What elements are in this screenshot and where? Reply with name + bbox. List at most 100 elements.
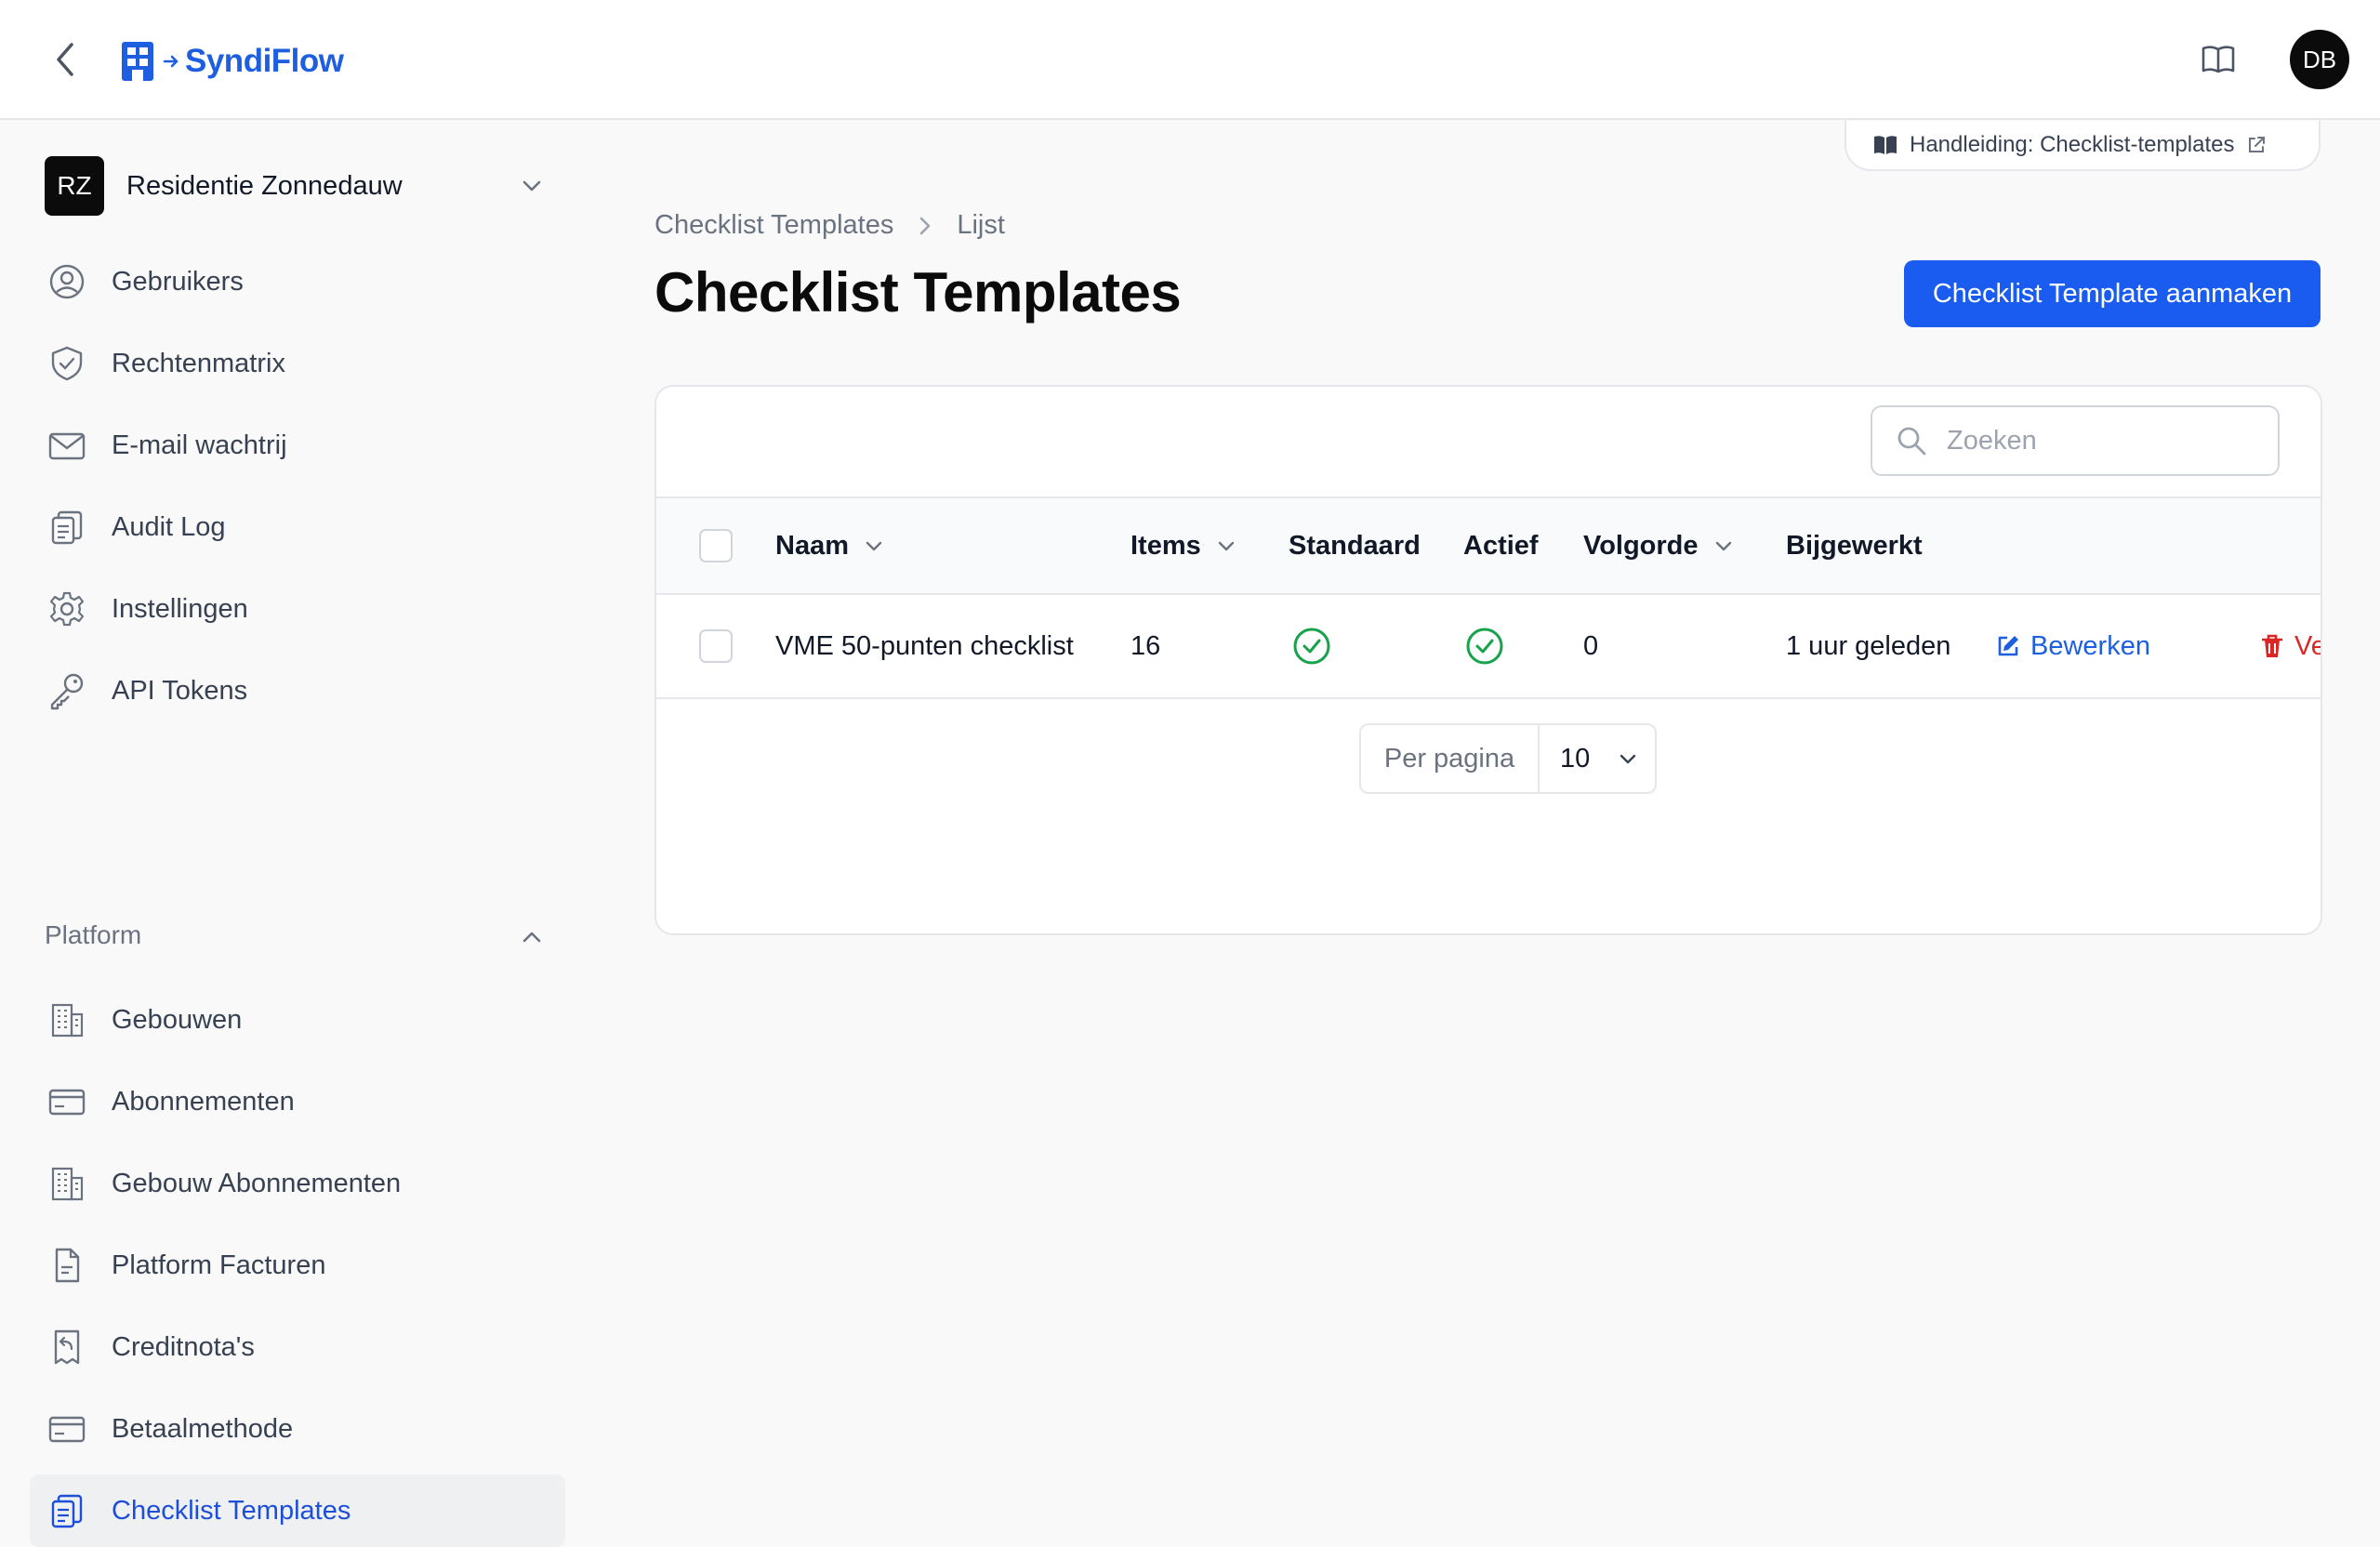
cell-volgorde: 0	[1583, 630, 1599, 661]
select-all-cell	[699, 498, 733, 593]
delete-label: Verwijde	[2294, 630, 2320, 661]
key-icon	[50, 673, 84, 710]
chevron-down-icon	[522, 180, 541, 192]
table-row[interactable]: VME 50-punten checklist 16 0 1 uur geled…	[656, 595, 2320, 699]
sidebar-item-label: Gebouwen	[112, 1004, 243, 1035]
envelope-icon	[48, 432, 86, 460]
sidebar-item-label: Gebouw Abonnementen	[112, 1168, 402, 1198]
sidebar-item-instellingen[interactable]: Instellingen	[30, 573, 565, 645]
per-page-value: 10	[1560, 743, 1591, 774]
external-link-icon	[2248, 137, 2265, 152]
sidebar-item-rechtenmatrix[interactable]: Rechtenmatrix	[30, 327, 565, 400]
breadcrumb: Checklist Templates Lijst	[654, 210, 1005, 241]
table-header: Naam Items Standaard Actief Volgorde Bij…	[656, 496, 2320, 595]
sidebar-item-label: API Tokens	[112, 675, 248, 706]
delete-action[interactable]: Verwijde	[2259, 595, 2320, 697]
chevron-up-icon[interactable]	[517, 922, 547, 952]
pencil-square-icon	[1998, 636, 2018, 656]
sidebar-item-label: Gebruikers	[112, 266, 244, 297]
sidebar-item-label: E-mail wachtrij	[112, 430, 287, 460]
sidebar-item-audit-log[interactable]: Audit Log	[30, 491, 565, 563]
cell-naam: VME 50-punten checklist	[775, 630, 1074, 661]
cell-bijgewerkt: 1 uur geleden	[1786, 630, 1951, 661]
brand-logo[interactable]: SyndiFlow	[120, 39, 344, 84]
user-circle-icon	[49, 264, 85, 299]
sidebar-item-label: Platform Facturen	[112, 1250, 326, 1280]
sidebar-item-betaalmethode[interactable]: Betaalmethode	[30, 1393, 565, 1465]
search-icon	[1897, 427, 1926, 456]
logo-icon	[122, 42, 153, 81]
brand-name: SyndiFlow	[185, 43, 344, 79]
search-input[interactable]	[1947, 425, 2263, 456]
breadcrumb-link[interactable]: Checklist Templates	[654, 210, 893, 241]
table-card: Naam Items Standaard Actief Volgorde Bij…	[654, 385, 2322, 935]
chevron-left-icon	[57, 43, 73, 76]
column-header-volgorde[interactable]: Volgorde	[1583, 498, 1736, 593]
sidebar-item-creditnotas[interactable]: Creditnota's	[30, 1311, 565, 1383]
sidebar-item-label: Instellingen	[112, 593, 248, 624]
edit-label: Bewerken	[2030, 630, 2150, 661]
row-checkbox[interactable]	[699, 629, 733, 663]
manual-link-label: Handleiding: Checklist-templates	[1910, 132, 2235, 157]
trash-icon	[2262, 634, 2282, 657]
chevron-down-icon	[1715, 541, 1731, 551]
column-label: Naam	[775, 530, 849, 561]
sidebar-item-gebruikers[interactable]: Gebruikers	[30, 245, 565, 318]
clipboard-list-icon	[51, 1494, 83, 1528]
book-open-icon	[1874, 136, 1897, 154]
sidebar-item-label: Creditnota's	[112, 1331, 255, 1362]
sidebar-group-platform[interactable]: Platform	[45, 920, 141, 950]
main-content: Handleiding: Checklist-templates Checkli…	[576, 121, 2380, 1488]
sidebar-item-api-tokens[interactable]: API Tokens	[30, 654, 565, 727]
per-page-select[interactable]: 10	[1540, 725, 1655, 792]
sidebar-item-checklist-templates[interactable]: Checklist Templates	[30, 1474, 565, 1547]
clipboard-list-icon	[51, 510, 83, 545]
sidebar-item-platform-facturen[interactable]: Platform Facturen	[30, 1229, 565, 1302]
create-template-button[interactable]: Checklist Template aanmaken	[1904, 260, 2320, 327]
chevron-right-icon	[920, 217, 931, 234]
search-box[interactable]	[1871, 405, 2280, 476]
arrow-right-icon	[163, 55, 178, 68]
check-circle-icon	[1466, 628, 1503, 665]
sidebar-item-gebouw-abonnementen[interactable]: Gebouw Abonnementen	[30, 1147, 565, 1220]
chevron-down-icon	[1620, 754, 1636, 764]
column-header-actief: Actief	[1463, 530, 1539, 561]
sidebar-item-abonnementen[interactable]: Abonnementen	[30, 1065, 565, 1138]
edit-action[interactable]: Bewerken	[1995, 595, 2150, 697]
column-header-naam[interactable]: Naam	[775, 498, 886, 593]
credit-card-icon	[48, 1089, 86, 1116]
check-circle-icon	[1293, 628, 1330, 665]
manual-link[interactable]: Handleiding: Checklist-templates	[1844, 121, 2320, 171]
chevron-down-icon	[866, 541, 882, 551]
sidebar-item-label: Betaalmethode	[112, 1413, 294, 1444]
sidebar-item-label: Abonnementen	[112, 1086, 295, 1117]
select-all-checkbox[interactable]	[699, 529, 733, 562]
receipt-refund-icon	[54, 1329, 80, 1365]
per-page-label: Per pagina	[1361, 725, 1540, 792]
breadcrumb-current: Lijst	[957, 210, 1005, 240]
cell-standaard	[1292, 595, 1331, 697]
sidebar-item-email-wachtrij[interactable]: E-mail wachtrij	[30, 409, 565, 482]
cell-actief	[1465, 595, 1504, 697]
document-icon	[55, 1248, 80, 1283]
column-header-items[interactable]: Items	[1130, 498, 1238, 593]
shield-check-icon	[51, 346, 83, 381]
building-icon	[51, 1003, 84, 1038]
back-button[interactable]	[46, 39, 84, 80]
per-page-selector[interactable]: Per pagina 10	[1359, 723, 1657, 794]
user-avatar[interactable]: DB	[2290, 30, 2349, 89]
page-title: Checklist Templates	[654, 261, 1182, 324]
sidebar-item-gebouwen[interactable]: Gebouwen	[30, 984, 565, 1056]
tenant-name: Residentie Zonnedauw	[126, 170, 403, 201]
column-label: Items	[1130, 530, 1201, 561]
tenant-badge: RZ	[45, 156, 104, 216]
sidebar-item-label: Rechtenmatrix	[112, 348, 285, 378]
cell-items: 16	[1130, 630, 1161, 661]
top-bar: SyndiFlow DB	[0, 0, 2380, 120]
credit-card-icon	[48, 1416, 86, 1443]
sidebar-item-label: Checklist Templates	[112, 1495, 351, 1526]
book-open-icon[interactable]	[2200, 41, 2237, 78]
gear-icon	[49, 591, 85, 627]
column-label: Volgorde	[1583, 530, 1699, 561]
tenant-switcher[interactable]: RZ Residentie Zonnedauw	[45, 156, 547, 216]
